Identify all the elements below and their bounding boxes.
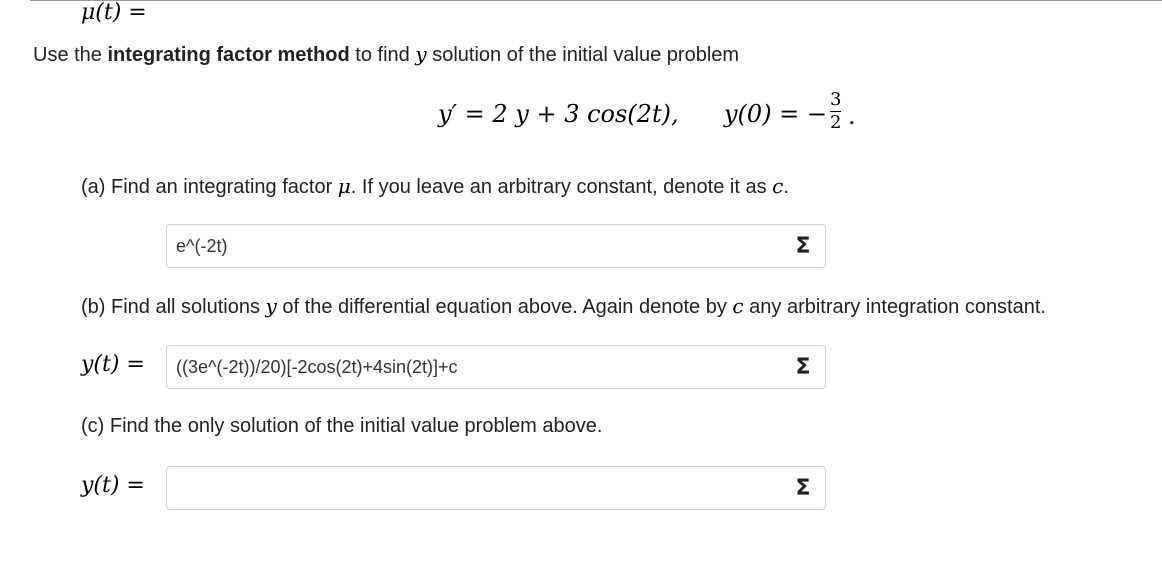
particular-solution-input[interactable]: Σ: [166, 466, 826, 510]
question-b-prefix: (b) Find all solutions: [81, 296, 266, 318]
problem-intro: Use the integrating factor method to fin…: [33, 42, 739, 67]
question-c: (c) Find the only solution of the initia…: [81, 415, 603, 437]
sigma-icon[interactable]: Σ: [789, 475, 817, 503]
question-b-var: y: [265, 294, 277, 318]
question-b-suffix: of the differential equation above. Agai…: [276, 296, 733, 318]
question-a-end: .: [783, 176, 789, 198]
sigma-icon[interactable]: Σ: [789, 354, 817, 382]
question-a: (a) Find an integrating factor μ. If you…: [81, 174, 789, 199]
intro-var: y: [415, 42, 427, 66]
question-b: (b) Find all solutions y of the differen…: [81, 294, 1046, 319]
sigma-icon[interactable]: Σ: [789, 233, 817, 261]
general-solution-value: ((3e^(-2t))/20)[-2cos(2t)+4sin(2t)]+c: [176, 357, 458, 377]
question-a-const: c: [772, 174, 784, 198]
fraction-numerator: 3: [830, 89, 842, 110]
question-a-prefix: (a) Find an integrating factor: [81, 176, 338, 198]
question-a-suffix: . If you leave an arbitrary constant, de…: [350, 176, 773, 198]
ode-expression: y′ = 2 y + 3 cos(2t),: [438, 100, 679, 128]
equation-period: .: [848, 102, 856, 130]
top-divider: [30, 0, 1162, 1]
mu-answer-value: e^(-2t): [176, 236, 228, 256]
general-solution-input[interactable]: ((3e^(-2t))/20)[-2cos(2t)+4sin(2t)]+c Σ: [166, 345, 826, 389]
mu-label: μ(t) =: [81, 0, 147, 25]
intro-middle: to find: [349, 44, 416, 66]
general-solution-label: y(t) =: [81, 352, 145, 377]
intro-suffix: solution of the initial value problem: [426, 44, 740, 66]
initial-condition: y(0) = −: [724, 100, 828, 128]
intro-prefix: Use the: [33, 44, 108, 66]
fraction-denominator: 2: [830, 112, 842, 134]
question-b-end: any arbitrary integration constant.: [743, 296, 1046, 318]
initial-value-fraction: 3 2: [830, 89, 842, 134]
particular-solution-label: y(t) =: [81, 473, 145, 498]
intro-bold: integrating factor method: [107, 44, 350, 66]
question-a-var: μ: [337, 174, 351, 198]
question-b-const: c: [732, 294, 744, 318]
mu-answer-input[interactable]: e^(-2t) Σ: [166, 224, 826, 268]
